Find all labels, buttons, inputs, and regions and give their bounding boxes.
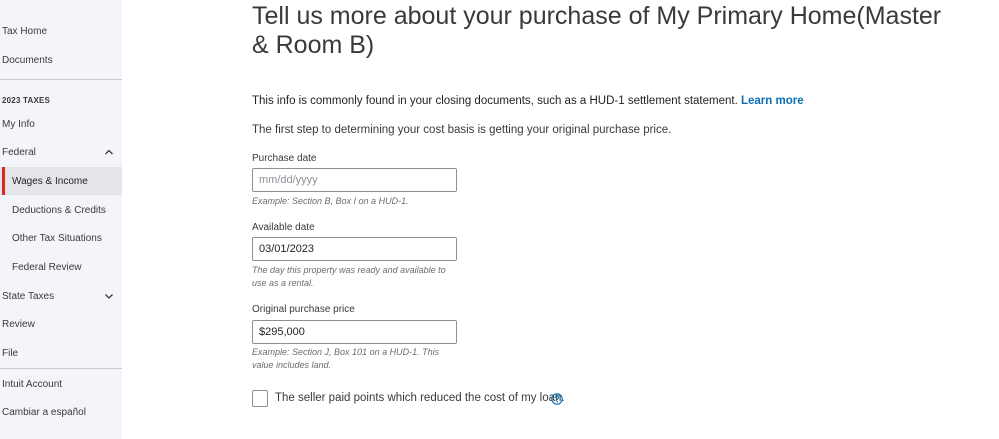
sidebar-item-my-info[interactable]: My Info	[0, 110, 122, 138]
intro-text: The first step to determining your cost …	[252, 124, 672, 136]
sidebar-item-label: Documents	[2, 54, 53, 66]
purchase-date-field[interactable]: mm/dd/yyyy	[252, 168, 457, 192]
page-title: Tell us more about your purchase of My P…	[252, 2, 942, 59]
sidebar-item-documents[interactable]: Documents	[0, 46, 122, 74]
sidebar-item-cambiar-espanol[interactable]: Cambiar a español	[0, 398, 122, 426]
chevron-up-icon[interactable]	[104, 147, 114, 157]
sidebar-item-label: Tax Home	[2, 25, 48, 37]
purchase-price-hint: Example: Section J, Box 101 on a HUD-1. …	[252, 347, 440, 370]
help-circle-icon[interactable]	[551, 393, 563, 405]
sidebar-divider	[0, 368, 122, 369]
sidebar-item-label: Intuit Account	[2, 378, 63, 390]
sidebar-item-label: Cambiar a español	[2, 406, 86, 418]
sidebar-item-state-taxes[interactable]: State Taxes	[0, 282, 122, 310]
info-text: This info is commonly found in your clos…	[252, 95, 804, 107]
sidebar-item-label: State Taxes	[2, 290, 55, 302]
purchase-date-placeholder: mm/dd/yyyy	[259, 174, 318, 186]
main-content: Tell us more about your purchase of My P…	[122, 0, 999, 439]
sidebar-item-deductions-credits[interactable]: Deductions & Credits	[0, 196, 122, 224]
sidebar: Tax Home Documents 2023 TAXES My Info Fe…	[0, 0, 122, 439]
purchase-price-field[interactable]: $295,000	[252, 320, 457, 344]
sidebar-item-label: File	[2, 347, 19, 359]
sidebar-item-label: Federal	[2, 146, 36, 158]
sidebar-item-other-tax-situations[interactable]: Other Tax Situations	[0, 224, 122, 252]
sidebar-item-tax-home[interactable]: Tax Home	[0, 17, 122, 45]
sidebar-item-label: Wages & Income	[12, 175, 88, 187]
sidebar-item-label: Review	[2, 318, 35, 330]
chevron-down-icon[interactable]	[104, 291, 114, 301]
sidebar-item-federal[interactable]: Federal	[0, 138, 122, 166]
purchase-date-label: Purchase date	[252, 153, 317, 164]
sidebar-item-label: Deductions & Credits	[12, 204, 106, 216]
sidebar-item-label: Federal Review	[12, 261, 82, 273]
learn-more-link[interactable]: Learn more	[741, 95, 804, 107]
seller-paid-points-label[interactable]: The seller paid points which reduced the…	[275, 392, 565, 404]
sidebar-item-wages-income[interactable]: Wages & Income	[0, 167, 122, 195]
purchase-price-label: Original purchase price	[252, 304, 355, 315]
sidebar-item-federal-review[interactable]: Federal Review	[0, 253, 122, 281]
info-text-body: This info is commonly found in your clos…	[252, 95, 738, 107]
seller-paid-points-checkbox[interactable]	[252, 390, 268, 407]
available-date-field[interactable]: 03/01/2023	[252, 237, 457, 261]
sidebar-item-review[interactable]: Review	[0, 310, 122, 338]
sidebar-item-label: Other Tax Situations	[12, 232, 102, 244]
purchase-price-value: $295,000	[259, 326, 305, 338]
sidebar-item-file[interactable]: File	[0, 339, 122, 367]
available-date-hint: The day this property was ready and avai…	[252, 265, 446, 288]
available-date-value: 03/01/2023	[259, 243, 315, 255]
sidebar-divider	[0, 79, 122, 80]
available-date-label: Available date	[252, 222, 315, 233]
purchase-date-hint: Example: Section B, Box I on a HUD-1.	[252, 196, 409, 206]
sidebar-item-label: My Info	[2, 118, 35, 130]
sidebar-section-label: 2023 TAXES	[2, 96, 51, 105]
sidebar-item-intuit-account[interactable]: Intuit Account	[0, 370, 122, 398]
